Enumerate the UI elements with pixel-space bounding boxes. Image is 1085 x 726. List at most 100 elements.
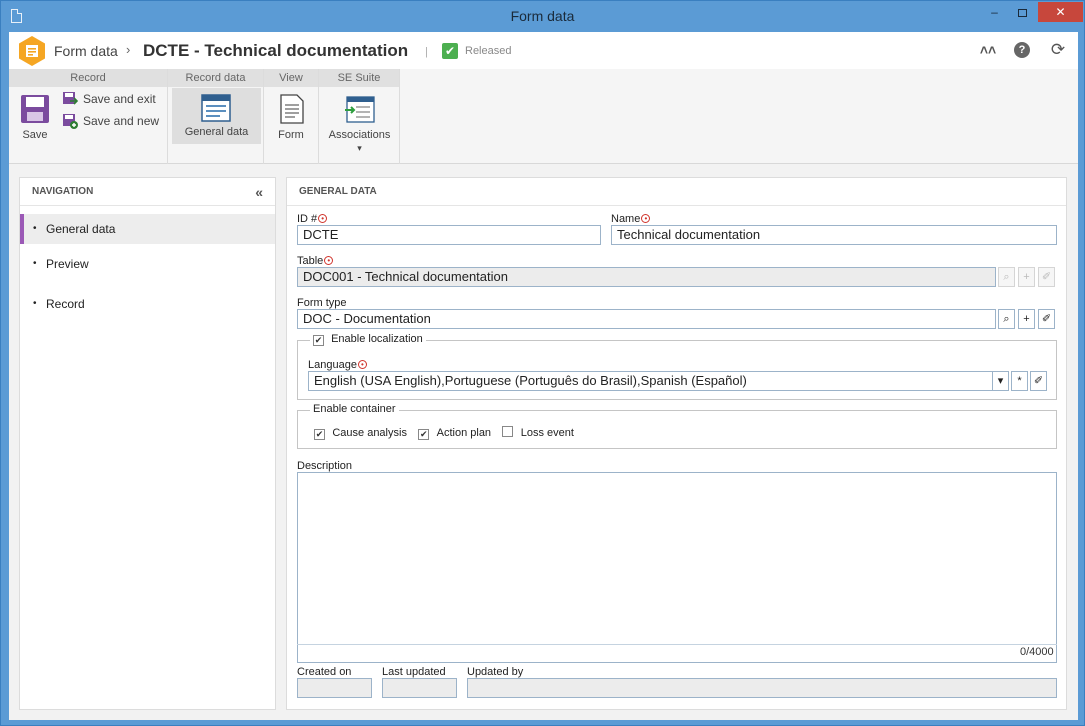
- window-title: Form data: [510, 8, 575, 24]
- maximize-icon: [1018, 8, 1027, 17]
- save-icon: [21, 95, 49, 123]
- description-footer: [297, 644, 1057, 663]
- ribbon-group-view: View Form: [264, 69, 319, 164]
- id-label-text: ID #: [297, 213, 318, 225]
- chevron-right-icon: ›: [126, 42, 131, 57]
- enable-container-label: Enable container: [310, 403, 399, 415]
- form-type-clear-icon[interactable]: ✐: [1038, 309, 1055, 329]
- language-label: Language •: [308, 359, 367, 371]
- description-label: Description: [297, 460, 353, 472]
- form-view-button[interactable]: Form: [266, 91, 316, 147]
- navigation-panel: NAVIGATION « General data Preview Record: [19, 177, 276, 710]
- associations-label: Associations: [328, 129, 391, 141]
- updated-by-field: [467, 678, 1057, 698]
- language-dropdown-icon[interactable]: ▾: [992, 371, 1009, 391]
- required-icon: •: [357, 360, 367, 369]
- refresh-icon[interactable]: ⟳: [1049, 41, 1067, 59]
- language-label-text: Language: [308, 359, 357, 371]
- character-counter: 0/4000: [1020, 646, 1054, 658]
- cause-analysis-checkbox[interactable]: ✔: [314, 429, 325, 440]
- required-icon: •: [318, 214, 328, 223]
- last-updated-field: [382, 678, 457, 698]
- save-new-icon: [63, 114, 78, 129]
- language-clear-icon[interactable]: ✐: [1030, 371, 1047, 391]
- nav-item-record[interactable]: Record: [20, 290, 275, 330]
- general-data-button[interactable]: General data: [172, 88, 261, 144]
- enable-localization-toggle[interactable]: ✔ Enable localization: [310, 333, 426, 346]
- page-title: DCTE - Technical documentation: [143, 41, 409, 60]
- general-data-label: General data: [184, 126, 249, 138]
- form-type-search-icon[interactable]: ⌕: [998, 309, 1015, 329]
- loss-event-label: Loss event: [520, 427, 574, 439]
- navigation-title: NAVIGATION «: [20, 178, 275, 206]
- nav-item-preview[interactable]: Preview: [20, 250, 275, 290]
- associations-icon: [345, 96, 375, 123]
- localization-fieldset: ✔ Enable localization Language • English …: [297, 333, 1057, 400]
- maximize-button[interactable]: [1009, 2, 1036, 22]
- name-label: Name •: [611, 213, 651, 225]
- container-fieldset: Enable container ✔ Cause analysis ✔ Acti…: [297, 403, 1057, 449]
- table-label-text: Table: [297, 255, 324, 267]
- save-exit-icon: [63, 92, 78, 105]
- action-plan-label: Action plan: [436, 427, 492, 439]
- enable-localization-checkbox[interactable]: ✔: [313, 335, 324, 346]
- save-and-new-button[interactable]: Save and new: [62, 113, 166, 131]
- id-input[interactable]: DCTE: [297, 225, 601, 245]
- table-search-icon: ⌕: [998, 267, 1015, 287]
- general-data-panel: GENERAL DATA ID # • DCTE Name • Technical …: [286, 177, 1067, 710]
- save-and-exit-label: Save and exit: [83, 92, 156, 106]
- required-icon: •: [641, 214, 651, 223]
- table-clear-icon: ✐: [1038, 267, 1055, 287]
- action-plan-checkbox[interactable]: ✔: [418, 429, 430, 440]
- loss-event-checkbox[interactable]: [502, 426, 514, 437]
- save-and-new-label: Save and new: [83, 114, 160, 128]
- table-input: DOC001 - Technical documentation: [297, 267, 996, 287]
- form-type-add-icon[interactable]: +: [1018, 309, 1035, 329]
- description-textarea[interactable]: [297, 472, 1057, 663]
- breadcrumb[interactable]: Form data: [54, 43, 118, 59]
- page-header: Form data › DCTE - Technical documentati…: [9, 32, 1078, 69]
- close-button[interactable]: ✕: [1038, 2, 1083, 22]
- client-area: Form data › DCTE - Technical documentati…: [9, 32, 1078, 720]
- container-options: ✔ Cause analysis ✔ Action plan Loss even…: [314, 425, 574, 440]
- created-on-label: Created on: [297, 666, 352, 678]
- last-updated-label: Last updated: [382, 666, 446, 678]
- save-button[interactable]: Save: [15, 91, 55, 147]
- language-select-all-icon[interactable]: *: [1011, 371, 1028, 391]
- divider: |: [425, 46, 428, 58]
- required-icon: •: [324, 256, 334, 265]
- language-select[interactable]: English (USA English),Portuguese (Portug…: [308, 371, 1009, 391]
- save-and-exit-button[interactable]: Save and exit: [62, 91, 166, 109]
- app-window: Form data – ✕ Form data › DCTE - Technic…: [0, 0, 1085, 726]
- ribbon-group-record-data: Record data General data: [168, 69, 264, 164]
- cause-analysis-label: Cause analysis: [332, 427, 407, 439]
- general-data-icon: [201, 94, 231, 122]
- ribbon-group-title: Record: [9, 69, 167, 87]
- title-bar[interactable]: Form data – ✕: [1, 1, 1084, 32]
- ribbon-group-title: SE Suite: [319, 69, 399, 87]
- form-type-label: Form type: [297, 297, 347, 309]
- help-icon[interactable]: ?: [1014, 42, 1030, 58]
- associations-button[interactable]: Associations ▾: [321, 91, 398, 161]
- created-on-field: [297, 678, 372, 698]
- ribbon-group-se-suite: SE Suite Associations ▾: [319, 69, 400, 164]
- collapse-up-icon[interactable]: ˄˄: [979, 41, 997, 59]
- form-view-label: Form: [278, 129, 304, 141]
- enable-localization-label: Enable localization: [331, 333, 423, 345]
- form-app-logo-icon: [19, 36, 45, 66]
- name-input[interactable]: Technical documentation: [611, 225, 1057, 245]
- nav-item-general-data[interactable]: General data: [20, 214, 275, 244]
- status-badge: Released: [465, 45, 512, 57]
- collapse-left-icon[interactable]: «: [255, 178, 263, 206]
- ribbon-toolbar: Record Save Save and exit Save and new R…: [9, 69, 1078, 164]
- form-type-input[interactable]: DOC - Documentation: [297, 309, 996, 329]
- name-label-text: Name: [611, 213, 641, 225]
- dropdown-arrow-icon: ▾: [357, 143, 362, 153]
- general-data-title: GENERAL DATA: [287, 178, 1066, 206]
- form-icon: [280, 94, 304, 124]
- table-label: Table •: [297, 255, 334, 267]
- save-label: Save: [22, 129, 48, 141]
- ribbon-group-title: Record data: [168, 69, 263, 87]
- navigation-title-text: NAVIGATION: [32, 186, 94, 197]
- minimize-button[interactable]: –: [981, 2, 1008, 22]
